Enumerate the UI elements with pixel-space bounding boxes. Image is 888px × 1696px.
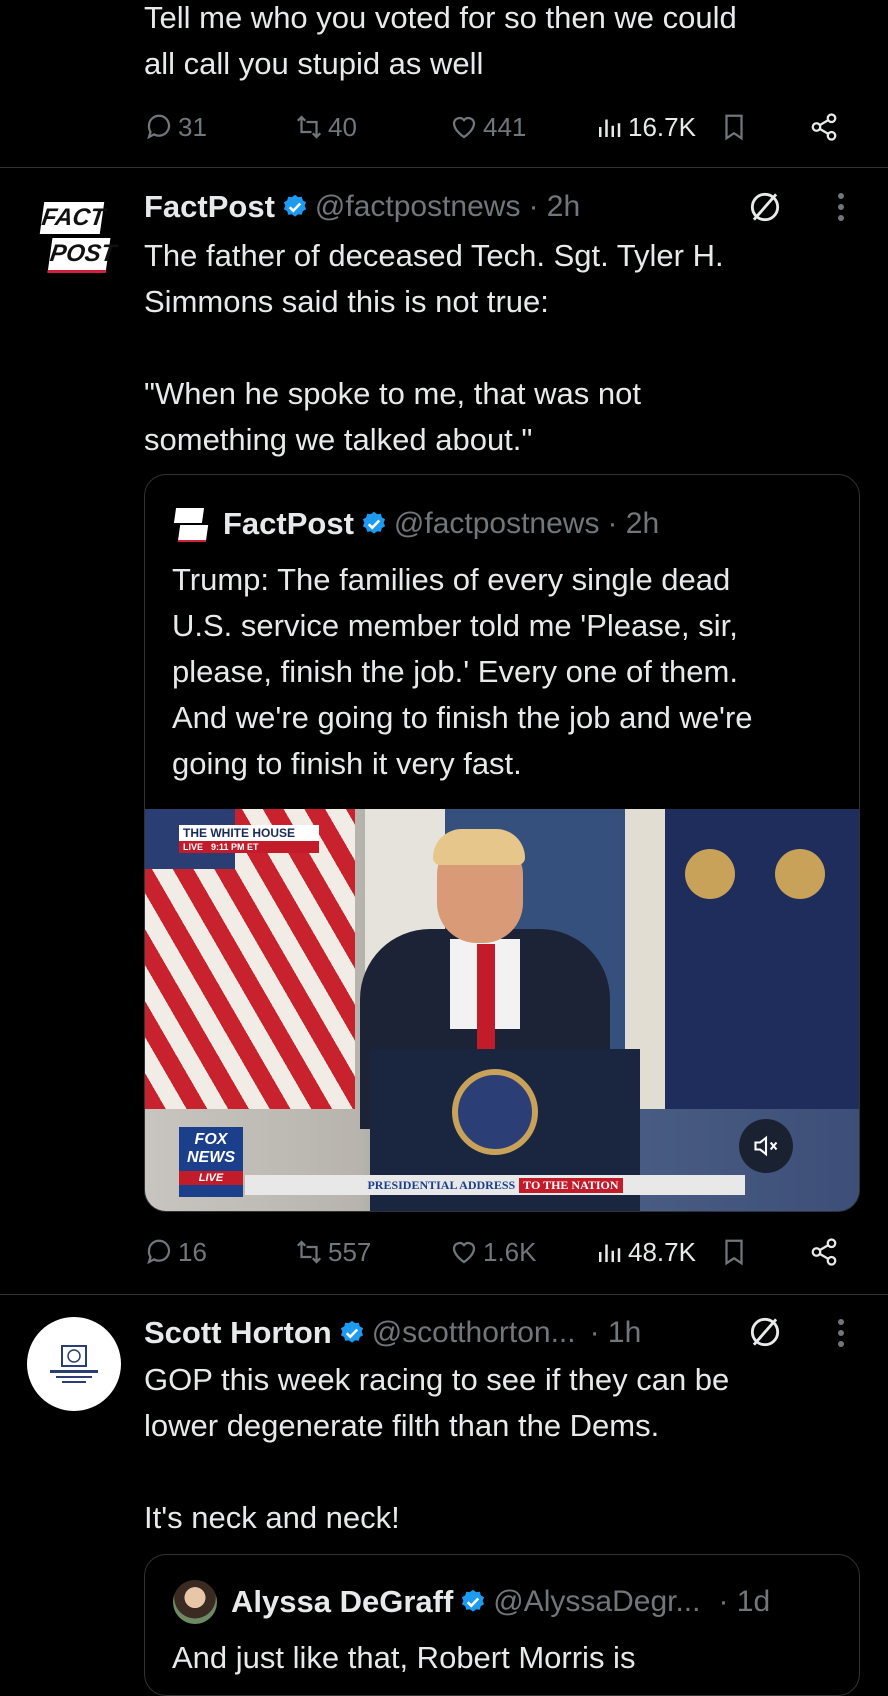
retweet-button[interactable]: 557 (294, 1232, 371, 1272)
grok-icon[interactable] (746, 1313, 784, 1351)
views-button[interactable]: 16.7K (594, 107, 696, 147)
bookmark-button[interactable] (719, 107, 749, 147)
quote-text: And just like that, Robert Morris is (172, 1640, 636, 1675)
reply-icon (147, 114, 171, 140)
bug-live: LIVE (183, 842, 204, 852)
ticker-left: PRESIDENTIAL ADDRESS (367, 1177, 516, 1192)
quote-tweet[interactable]: Alyssa DeGraff @AlyssaDegr... · 1d And j… (144, 1554, 860, 1696)
quote-author-name: FactPost (223, 506, 354, 541)
network-live: LIVE (179, 1171, 243, 1185)
avatar[interactable]: FACT POST (39, 202, 118, 274)
bug-title: THE WHITE HOUSE (179, 825, 319, 841)
tweet-divider (0, 1294, 888, 1295)
retweet-count: 557 (328, 1236, 372, 1267)
timestamp[interactable]: · 2h (528, 190, 580, 224)
reply-button[interactable]: 16 (144, 1232, 207, 1272)
grok-icon[interactable] (746, 188, 784, 226)
network-name-2: NEWS (187, 1149, 235, 1166)
views-icon (599, 1244, 621, 1262)
verified-badge-icon (462, 1589, 485, 1612)
heart-icon (452, 1241, 476, 1264)
quote-tweet[interactable]: FactPost @factpostnews · 2h Trump: The f… (144, 474, 860, 1212)
author-name[interactable]: FactPost (144, 189, 275, 225)
like-button[interactable]: 441 (449, 107, 526, 147)
retweet-icon (296, 115, 322, 139)
news-ticker: PRESIDENTIAL ADDRESS TO THE NATION (245, 1175, 745, 1195)
tweet-text: The father of deceased Tech. Sgt. Tyler … (144, 238, 724, 457)
author-name[interactable]: Scott Horton (144, 1315, 332, 1351)
quote-author-handle: @factpostnews (393, 507, 600, 540)
reply-button[interactable]: 31 (144, 107, 207, 147)
author-handle[interactable]: @scotthorton... (372, 1316, 576, 1350)
network-logo: FOX NEWS LIVE (179, 1127, 243, 1197)
view-count: 48.7K (628, 1236, 696, 1267)
views-icon (599, 119, 621, 137)
quote-timestamp: · 1d (718, 1585, 771, 1618)
mute-button[interactable] (739, 1119, 793, 1173)
views-button[interactable]: 48.7K (594, 1232, 696, 1272)
tweet-divider (0, 167, 888, 168)
tweet-actions: 16 557 1.6K 48.7K (144, 1232, 864, 1272)
share-icon (811, 113, 837, 141)
muted-speaker-icon (754, 1135, 778, 1157)
video-player[interactable]: THE WHITE HOUSE LIVE 9:11 PM ET FOX NEWS… (145, 809, 859, 1211)
timestamp[interactable]: · 1h (590, 1316, 642, 1350)
verified-badge-icon (340, 1320, 363, 1343)
reply-count: 16 (178, 1236, 207, 1267)
verified-badge-icon (283, 194, 307, 217)
author-handle[interactable]: @factpostnews (315, 190, 521, 224)
bookmark-button[interactable] (719, 1232, 749, 1272)
more-options-icon[interactable] (836, 193, 846, 221)
tweet-text: Tell me who you voted for so then we cou… (144, 0, 737, 81)
live-bug: THE WHITE HOUSE LIVE 9:11 PM ET (179, 825, 319, 859)
more-options-icon[interactable] (836, 1319, 846, 1347)
heart-icon (452, 116, 476, 139)
avatar[interactable] (27, 1317, 121, 1411)
avatar-logo-bottom: POST (47, 238, 118, 273)
ticker-right: TO THE NATION (519, 1177, 623, 1193)
share-icon (811, 1238, 837, 1266)
bookmark-icon (725, 114, 743, 141)
tweet-actions: 31 40 441 16.7K (144, 107, 864, 147)
academy-logo-icon (50, 1345, 98, 1383)
quote-author-handle: @AlyssaDegr... (493, 1585, 701, 1618)
verified-badge-icon (362, 511, 386, 534)
quote-timestamp: · 2h (607, 507, 660, 540)
tweet-header: Scott Horton @scotthorton... · 1h (144, 1310, 641, 1356)
share-button[interactable] (809, 107, 839, 147)
quote-avatar (173, 1580, 217, 1624)
tweet-header: FactPost @factpostnews · 2h (144, 184, 580, 230)
reply-count: 31 (178, 111, 207, 142)
view-count: 16.7K (628, 111, 696, 142)
quote-avatar (173, 506, 209, 542)
bug-time: 9:11 PM ET (211, 842, 259, 852)
like-button[interactable]: 1.6K (449, 1232, 537, 1272)
like-count: 441 (483, 111, 527, 142)
quote-text: Trump: The families of every single dead… (172, 562, 753, 781)
network-name-1: FOX (194, 1131, 228, 1148)
avatar-logo-top: FACT (39, 202, 107, 234)
share-button[interactable] (809, 1232, 839, 1272)
presidential-seal (452, 1069, 538, 1155)
bookmark-icon (725, 1239, 743, 1266)
tweet-text: GOP this week racing to see if they can … (144, 1362, 730, 1535)
quote-header: FactPost @factpostnews · 2h (173, 501, 659, 547)
retweet-icon (296, 1240, 322, 1264)
retweet-button[interactable]: 40 (294, 107, 357, 147)
reply-icon (147, 1239, 171, 1265)
quote-header: Alyssa DeGraff @AlyssaDegr... · 1d (173, 1579, 770, 1625)
quote-author-name: Alyssa DeGraff (231, 1584, 454, 1619)
retweet-count: 40 (328, 111, 357, 142)
like-count: 1.6K (483, 1236, 537, 1267)
